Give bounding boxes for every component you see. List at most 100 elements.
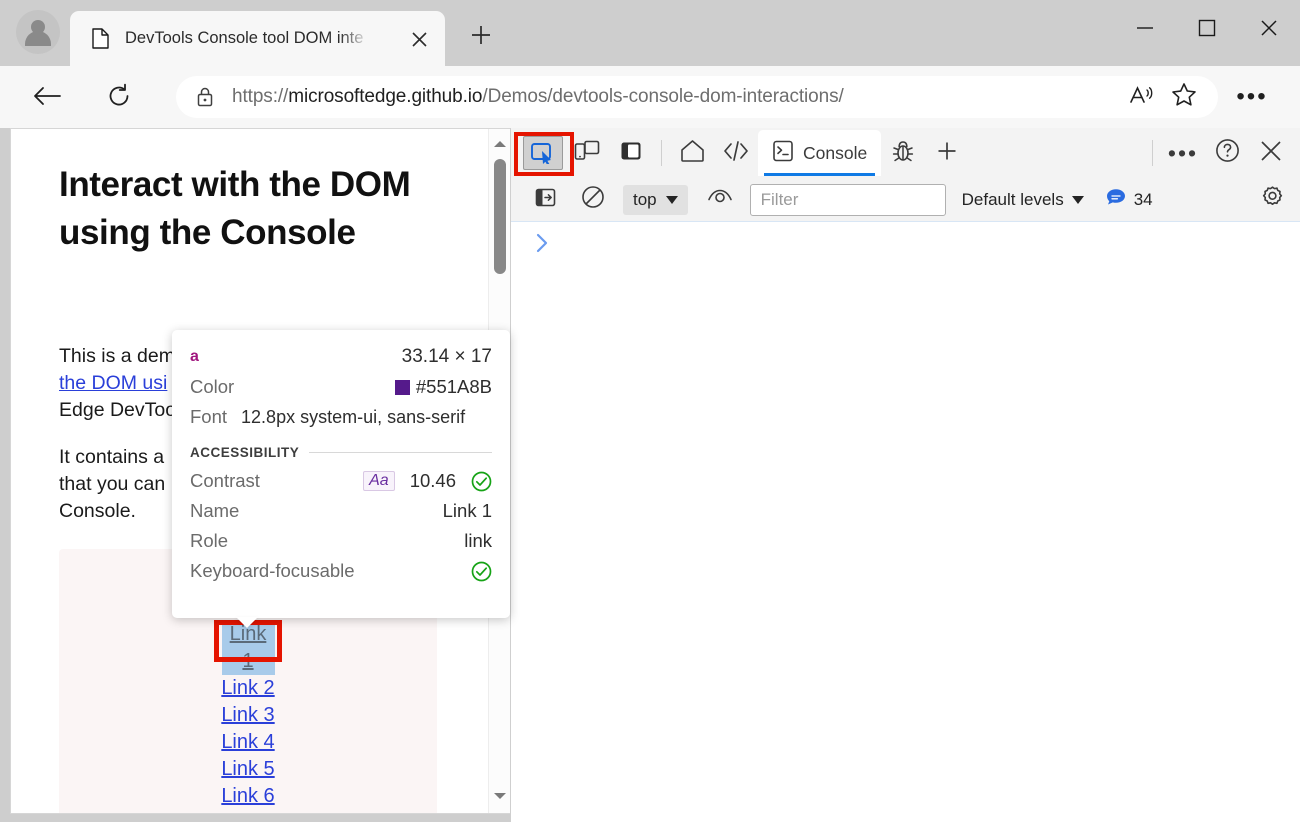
devtools-toolbar-right: ••• [1144, 128, 1293, 178]
issues-button[interactable] [881, 133, 925, 173]
console-sidebar-toggle[interactable] [525, 183, 565, 217]
accessibility-heading: ACCESSIBILITY [190, 445, 299, 460]
read-aloud-button[interactable] [1122, 82, 1162, 112]
inspect-element-button[interactable] [521, 133, 565, 173]
devtools-more-options-button[interactable]: ••• [1161, 133, 1205, 173]
log-levels-label: Default levels [962, 190, 1064, 210]
scrollbar-thumb[interactable] [494, 159, 506, 274]
color-swatch [395, 380, 410, 395]
list-item[interactable]: Link 2 [59, 675, 437, 702]
message-count-badge[interactable]: 34 [1106, 188, 1153, 211]
chevron-right-icon [535, 232, 549, 259]
address-bar-actions [1122, 82, 1204, 112]
paragraph1-text-end: Edge DevToo [59, 399, 176, 421]
javascript-context-selector[interactable]: top [623, 185, 688, 215]
color-value-group: #551A8B [395, 376, 492, 398]
tooltip-font-row: Font 12.8px system-ui, sans-serif [190, 402, 492, 432]
tab-console[interactable]: Console [758, 130, 881, 176]
more-tools-button[interactable] [925, 133, 969, 173]
chevron-down-icon [666, 196, 678, 204]
speech-bubble-icon [1106, 188, 1126, 211]
title-bar: DevTools Console tool DOM inte [0, 0, 1300, 66]
device-emulation-button[interactable] [565, 133, 609, 173]
tab-elements[interactable] [714, 133, 758, 173]
clear-console-button[interactable] [573, 183, 613, 217]
avatar-body-icon [25, 31, 51, 46]
page-inline-link[interactable]: the DOM usi [59, 372, 167, 394]
contrast-ratio: 10.46 [410, 470, 456, 492]
window-close-button[interactable] [1238, 0, 1300, 60]
font-label: Font [190, 406, 227, 428]
tooltip-color-row: Color #551A8B [190, 372, 492, 402]
ellipsis-icon: ••• [1236, 83, 1267, 111]
list-item[interactable]: Link 1 [222, 621, 275, 675]
reload-button[interactable] [100, 79, 138, 117]
tooltip-contrast-row: Contrast Aa 10.46 [190, 466, 492, 496]
live-expression-button[interactable] [700, 183, 740, 217]
back-button[interactable] [28, 79, 66, 117]
address-url: https://microsoftedge.github.io/Demos/de… [232, 86, 844, 108]
console-filter-input[interactable]: Filter [750, 184, 946, 216]
context-value: top [633, 190, 657, 210]
links-list: Link 1 Link 2 Link 3 Link 4 Link 5 Link … [59, 621, 437, 810]
home-icon [680, 139, 705, 167]
read-aloud-icon [1129, 84, 1155, 111]
profile-avatar[interactable] [16, 10, 60, 54]
element-dimensions: 33.14 × 17 [402, 346, 492, 368]
close-icon [1259, 139, 1283, 168]
devtools-help-button[interactable] [1205, 133, 1249, 173]
role-label: Role [190, 530, 228, 552]
browser-tab[interactable]: DevTools Console tool DOM inte [70, 11, 445, 66]
maximize-button[interactable] [1176, 0, 1238, 60]
tooltip-role-row: Role link [190, 526, 492, 556]
url-host: microsoftedge.github.io [288, 86, 482, 107]
accessibility-section-header: ACCESSIBILITY [190, 445, 492, 460]
name-label: Name [190, 500, 239, 522]
console-filter-bar: top Filter Default levels 34 [511, 178, 1300, 222]
element-tag-name: a [190, 348, 199, 366]
inspect-element-icon [523, 136, 563, 170]
contrast-value-group: Aa 10.46 [363, 470, 492, 492]
favorite-button[interactable] [1164, 82, 1204, 112]
list-item[interactable]: Link 3 [59, 702, 437, 729]
close-icon[interactable] [408, 28, 430, 50]
console-settings-button[interactable] [1255, 184, 1289, 216]
star-icon [1171, 82, 1197, 112]
console-terminal-icon [772, 140, 794, 167]
color-label: Color [190, 376, 234, 398]
dock-side-icon [620, 140, 642, 167]
console-output-area[interactable] [511, 222, 1300, 822]
plus-icon [469, 23, 493, 52]
url-prefix: https:// [232, 86, 288, 107]
tab-console-label: Console [803, 143, 867, 164]
new-tab-button[interactable] [462, 18, 500, 56]
minimize-icon [1135, 21, 1155, 39]
window-controls [1114, 0, 1300, 60]
list-item[interactable]: Link 4 [59, 729, 437, 756]
devtools-toolbar: Console ••• [511, 128, 1300, 178]
code-brackets-icon [723, 140, 749, 167]
tab-title: DevTools Console tool DOM inte [125, 29, 369, 48]
address-bar[interactable]: https://microsoftedge.github.io/Demos/de… [176, 76, 1218, 118]
name-value: Link 1 [443, 500, 492, 522]
welcome-tab-button[interactable] [670, 133, 714, 173]
list-item[interactable]: Link 5 [59, 756, 437, 783]
browser-more-button[interactable]: ••• [1232, 76, 1272, 118]
ellipsis-icon: ••• [1168, 147, 1198, 159]
font-value: 12.8px system-ui, sans-serif [241, 407, 465, 428]
log-levels-dropdown[interactable]: Default levels [962, 190, 1084, 210]
message-count-value: 34 [1134, 190, 1153, 210]
chevron-down-icon [1072, 196, 1084, 204]
list-item[interactable]: Link 6 [59, 783, 437, 810]
paragraph2-line3: Console. [59, 500, 136, 522]
chevron-down-icon[interactable] [489, 785, 510, 807]
devtools-close-button[interactable] [1249, 133, 1293, 173]
plus-icon [935, 139, 959, 168]
dock-side-button[interactable] [609, 133, 653, 173]
maximize-icon [1198, 19, 1216, 42]
tooltip-header-row: a 33.14 × 17 [190, 342, 492, 372]
chevron-up-icon[interactable] [489, 133, 510, 155]
minimize-button[interactable] [1114, 0, 1176, 60]
divider [661, 140, 662, 166]
filter-placeholder: Filter [761, 190, 799, 210]
